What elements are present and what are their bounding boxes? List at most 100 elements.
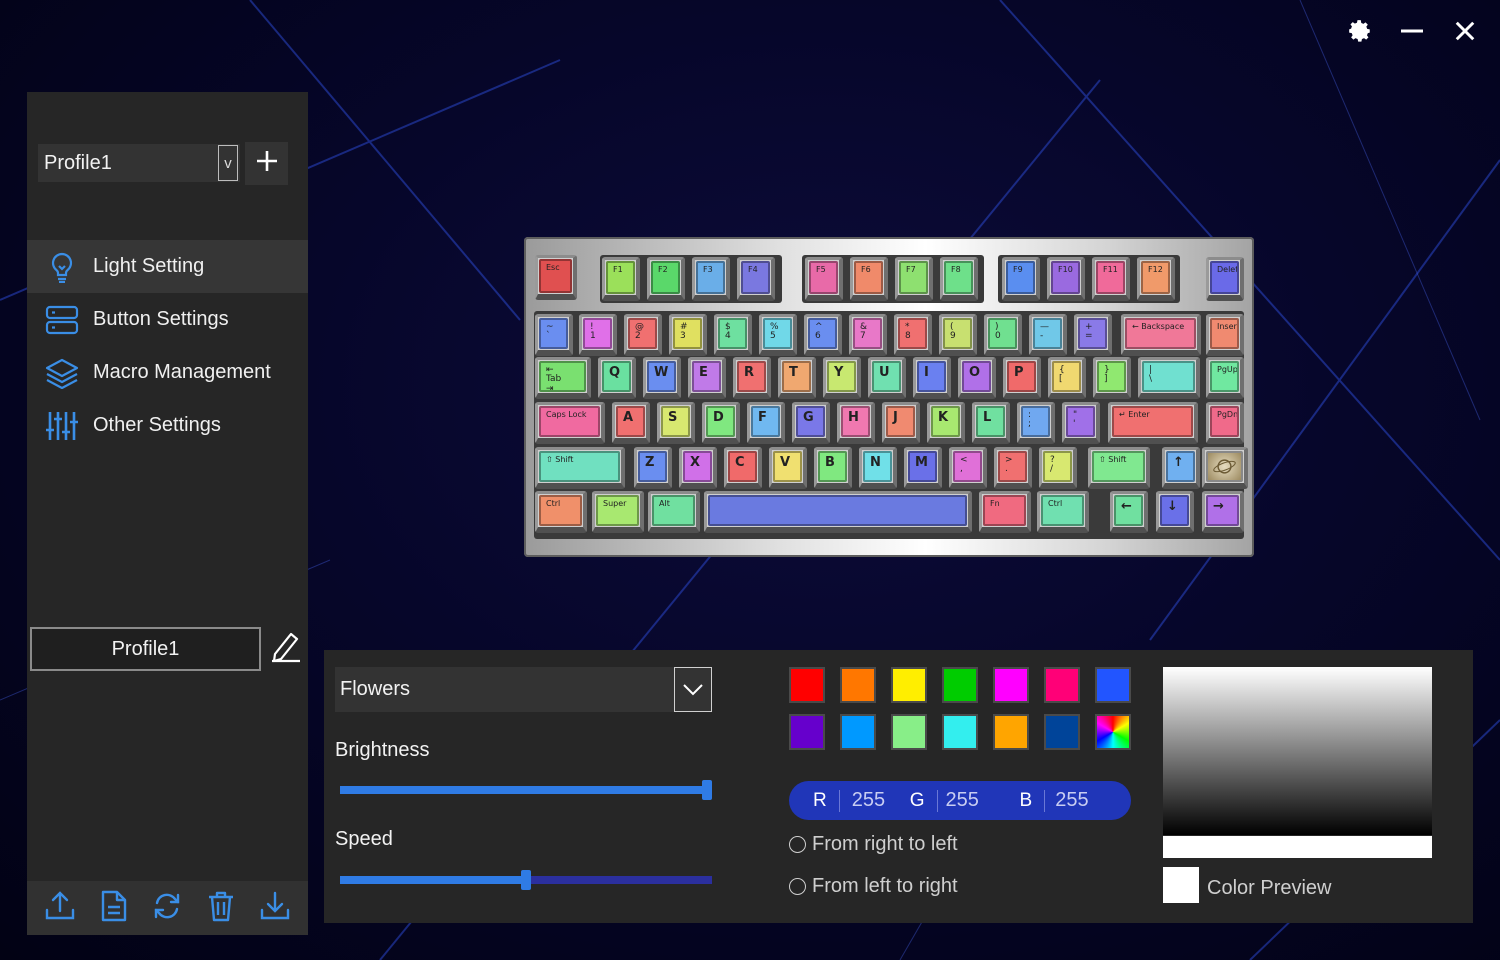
key[interactable]: S bbox=[657, 402, 695, 444]
color-swatch[interactable] bbox=[891, 714, 927, 750]
color-swatch[interactable] bbox=[1044, 714, 1080, 750]
key[interactable]: → bbox=[1202, 491, 1244, 533]
key[interactable]: Q bbox=[598, 357, 636, 399]
profile-select[interactable]: Profile1 v bbox=[38, 144, 240, 182]
key[interactable]: $ 4 bbox=[714, 314, 752, 356]
direction-left-to-right-radio[interactable]: From left to right bbox=[789, 875, 958, 898]
key[interactable]: U bbox=[868, 357, 906, 399]
key[interactable]: # 3 bbox=[669, 314, 707, 356]
speed-thumb[interactable] bbox=[521, 870, 531, 890]
minimize-button[interactable] bbox=[1397, 18, 1427, 48]
key[interactable]: X bbox=[679, 447, 717, 489]
color-swatch[interactable] bbox=[1095, 667, 1131, 703]
color-swatch[interactable] bbox=[789, 714, 825, 750]
key[interactable]: F8 bbox=[940, 257, 978, 301]
key[interactable]: O bbox=[958, 357, 996, 399]
key[interactable] bbox=[1202, 447, 1248, 489]
key[interactable]: ← bbox=[1110, 491, 1148, 533]
key[interactable]: ) 0 bbox=[984, 314, 1022, 356]
key[interactable]: M bbox=[904, 447, 942, 489]
key[interactable]: PgUp bbox=[1206, 357, 1244, 399]
edit-profile-button[interactable] bbox=[265, 627, 307, 671]
key[interactable]: Ctrl bbox=[1037, 491, 1089, 533]
profile-name-field[interactable]: Profile1 bbox=[30, 627, 261, 671]
key[interactable]: Fn bbox=[979, 491, 1031, 533]
key[interactable]: ~ ` bbox=[535, 314, 573, 356]
key[interactable]: < , bbox=[949, 447, 987, 489]
key[interactable]: ! 1 bbox=[579, 314, 617, 356]
key[interactable]: > . bbox=[994, 447, 1032, 489]
key[interactable]: F1 bbox=[602, 257, 640, 301]
key[interactable]: Super bbox=[592, 491, 644, 533]
key[interactable]: % 5 bbox=[759, 314, 797, 356]
key[interactable]: F6 bbox=[850, 257, 888, 301]
key[interactable]: Z bbox=[634, 447, 672, 489]
export-button[interactable] bbox=[40, 888, 80, 928]
rgb-b-input[interactable]: 255 bbox=[1055, 789, 1088, 812]
key[interactable]: Insert bbox=[1206, 314, 1244, 356]
color-swatch[interactable] bbox=[891, 667, 927, 703]
close-button[interactable] bbox=[1450, 18, 1480, 48]
key[interactable]: ^ 6 bbox=[804, 314, 842, 356]
key[interactable]: | \ bbox=[1138, 357, 1200, 399]
key[interactable]: F4 bbox=[737, 257, 775, 301]
new-profile-file-button[interactable] bbox=[94, 888, 134, 928]
key[interactable]: B bbox=[814, 447, 852, 489]
key[interactable]: ← Backspace bbox=[1121, 314, 1201, 356]
key[interactable]: R bbox=[733, 357, 771, 399]
color-swatch[interactable] bbox=[840, 714, 876, 750]
key[interactable]: J bbox=[882, 402, 920, 444]
key[interactable]: ↓ bbox=[1156, 491, 1194, 533]
key[interactable]: PgDn bbox=[1206, 402, 1244, 444]
key[interactable]: F12 bbox=[1137, 257, 1175, 301]
key[interactable]: T bbox=[778, 357, 816, 399]
key[interactable]: A bbox=[612, 402, 650, 444]
direction-right-to-left-radio[interactable]: From right to left bbox=[789, 833, 958, 856]
key[interactable]: Y bbox=[823, 357, 861, 399]
menu-item-other-settings[interactable]: Other Settings bbox=[27, 399, 308, 452]
rgb-r-input[interactable]: 255 bbox=[852, 789, 910, 812]
key[interactable]: I bbox=[913, 357, 951, 399]
key[interactable]: F3 bbox=[692, 257, 730, 301]
settings-button[interactable] bbox=[1345, 18, 1375, 48]
key[interactable]: ⇧ Shift bbox=[535, 447, 625, 489]
key[interactable]: N bbox=[859, 447, 897, 489]
key[interactable]: ↑ bbox=[1162, 447, 1200, 489]
key[interactable]: * 8 bbox=[894, 314, 932, 356]
key[interactable]: F10 bbox=[1047, 257, 1085, 301]
key[interactable]: ( 9 bbox=[939, 314, 977, 356]
key[interactable]: ⇧ Shift bbox=[1088, 447, 1150, 489]
key[interactable]: K bbox=[927, 402, 965, 444]
key[interactable]: L bbox=[972, 402, 1010, 444]
color-swatch[interactable] bbox=[840, 667, 876, 703]
key[interactable]: ? / bbox=[1039, 447, 1077, 489]
key[interactable]: D bbox=[702, 402, 740, 444]
key[interactable]: H bbox=[837, 402, 875, 444]
key[interactable]: Esc bbox=[535, 255, 577, 300]
menu-item-button-settings[interactable]: Button Settings bbox=[27, 293, 308, 346]
key[interactable]: Caps Lock bbox=[535, 402, 605, 444]
color-swatch[interactable] bbox=[1044, 667, 1080, 703]
color-swatch[interactable] bbox=[942, 667, 978, 703]
key[interactable]: Delete bbox=[1206, 257, 1244, 301]
key[interactable]: F9 bbox=[1002, 257, 1040, 301]
menu-item-macro-management[interactable]: Macro Management bbox=[27, 346, 308, 399]
key[interactable]: " ' bbox=[1062, 402, 1100, 444]
speed-slider[interactable] bbox=[340, 870, 712, 890]
key[interactable]: G bbox=[792, 402, 830, 444]
key[interactable]: — - bbox=[1029, 314, 1067, 356]
color-picker-area[interactable] bbox=[1163, 667, 1432, 835]
add-profile-button[interactable] bbox=[245, 142, 288, 185]
key[interactable]: V bbox=[769, 447, 807, 489]
color-swatch[interactable] bbox=[993, 667, 1029, 703]
delete-profile-button[interactable] bbox=[201, 888, 241, 928]
key[interactable]: C bbox=[724, 447, 762, 489]
reset-profile-button[interactable] bbox=[147, 888, 187, 928]
key[interactable]: Alt bbox=[648, 491, 700, 533]
key[interactable]: + = bbox=[1074, 314, 1112, 356]
key[interactable]: F bbox=[747, 402, 785, 444]
color-swatch[interactable] bbox=[789, 667, 825, 703]
brightness-thumb[interactable] bbox=[702, 780, 712, 800]
rainbow-color-swatch[interactable] bbox=[1095, 714, 1131, 750]
key[interactable]: ⇤ Tab ⇥ bbox=[535, 357, 591, 399]
